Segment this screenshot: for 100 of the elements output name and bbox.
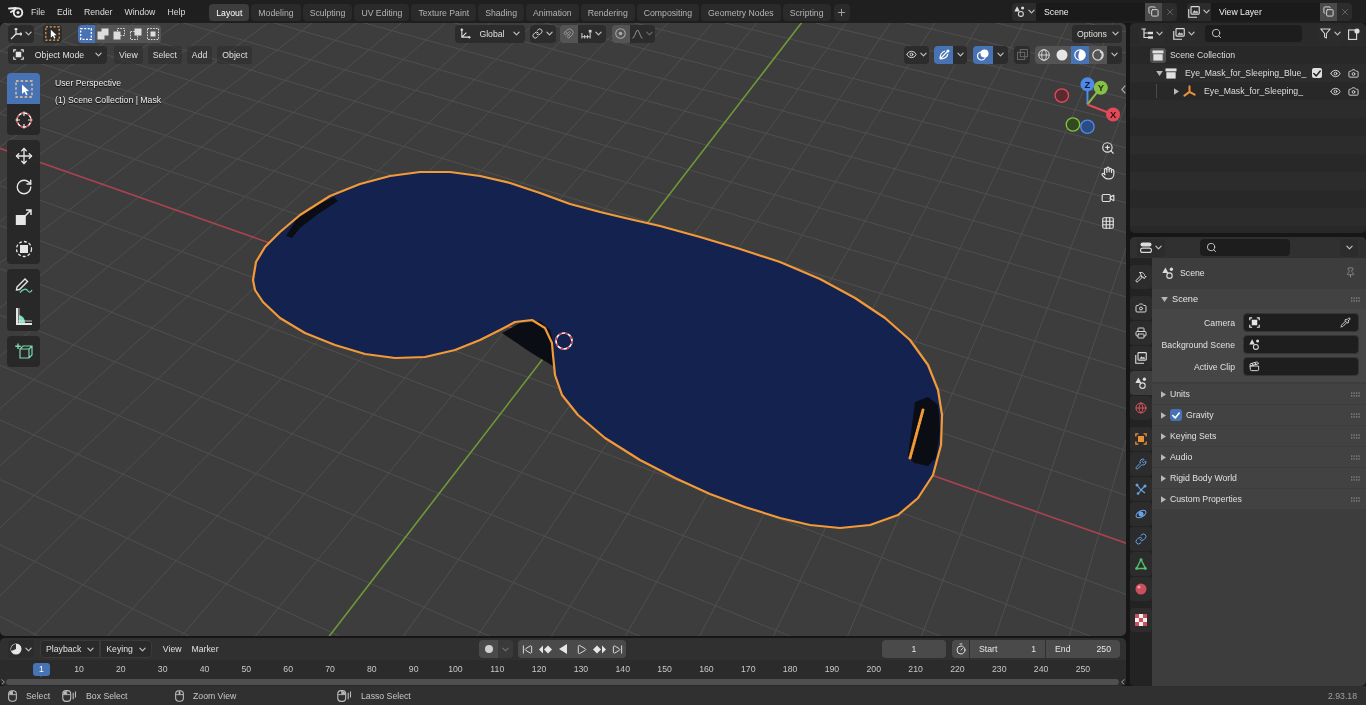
checkbox[interactable] bbox=[1312, 68, 1322, 78]
tool-button[interactable] bbox=[7, 140, 40, 171]
workspace-tab[interactable]: Modeling bbox=[251, 4, 301, 21]
menu-item[interactable]: File bbox=[25, 2, 51, 21]
subpanel-header[interactable]: Audio bbox=[1152, 447, 1366, 467]
editor-type-dropdown[interactable] bbox=[8, 640, 34, 658]
snap-toggle[interactable] bbox=[559, 24, 578, 43]
timeline-dropdown[interactable]: Keying bbox=[100, 640, 152, 658]
selection-mode-button[interactable] bbox=[111, 24, 128, 43]
menu-item[interactable]: Help bbox=[161, 2, 192, 21]
pin-icon[interactable] bbox=[1345, 267, 1356, 278]
workspace-tab[interactable]: Rendering bbox=[580, 4, 635, 21]
outliner-item-label[interactable]: Scene Collection bbox=[1170, 50, 1236, 60]
tool-button[interactable] bbox=[7, 269, 40, 300]
properties-tab[interactable] bbox=[1130, 296, 1152, 320]
outliner-item-label[interactable]: Eye_Mask_for_Sleeping_ bbox=[1204, 86, 1303, 96]
options-dropdown[interactable]: Options bbox=[1072, 24, 1122, 43]
expand-arrow-icon[interactable] bbox=[1161, 411, 1166, 419]
shading-mode-button[interactable] bbox=[1089, 45, 1107, 64]
view-layer-name-field[interactable]: View Layer bbox=[1211, 2, 1320, 21]
workspace-tab[interactable]: Sculpting bbox=[302, 4, 353, 21]
orientation-dropdown[interactable]: Global bbox=[454, 24, 525, 43]
collapse-arrow-icon[interactable] bbox=[1161, 296, 1168, 302]
active-tool-button[interactable] bbox=[43, 24, 62, 43]
transform-gizmo-dropdown[interactable] bbox=[8, 24, 34, 43]
panel-header[interactable]: Scene bbox=[1152, 289, 1366, 309]
add-workspace-button[interactable] bbox=[833, 4, 850, 21]
selection-mode-button[interactable] bbox=[78, 24, 95, 43]
properties-tab[interactable] bbox=[1130, 608, 1152, 632]
properties-tab[interactable] bbox=[1130, 265, 1152, 289]
proportional-editing-toggle[interactable] bbox=[611, 24, 630, 43]
properties-tab[interactable] bbox=[1130, 427, 1152, 451]
data-block-field[interactable] bbox=[1243, 357, 1359, 376]
workspace-tab[interactable]: Layout bbox=[209, 4, 250, 21]
properties-tab[interactable] bbox=[1130, 552, 1152, 576]
view-layer-browse-button[interactable] bbox=[1187, 2, 1211, 21]
editor-type-dropdown[interactable] bbox=[1137, 238, 1165, 257]
menu-item[interactable]: Window bbox=[118, 2, 162, 21]
copy-view-layer-button[interactable] bbox=[1320, 2, 1337, 21]
expand-arrow-icon[interactable] bbox=[1174, 87, 1179, 95]
workspace-tab[interactable]: Compositing bbox=[636, 4, 700, 21]
tool-button[interactable] bbox=[7, 336, 40, 367]
collapse-arrow-icon[interactable] bbox=[1156, 70, 1163, 76]
3d-viewport[interactable]: Global Options Object Mode View Select Add Object User Perspective (1) Scene Collection | Mask Z Y X bbox=[0, 23, 1126, 636]
properties-tab[interactable] bbox=[1130, 371, 1152, 395]
camera-icon[interactable] bbox=[1348, 85, 1359, 97]
search-field[interactable] bbox=[1205, 25, 1302, 42]
eyedropper-icon[interactable] bbox=[1340, 317, 1351, 328]
properties-tab[interactable] bbox=[1130, 346, 1152, 370]
menu-item[interactable]: Edit bbox=[51, 2, 78, 21]
negative-axis-handle[interactable] bbox=[1065, 117, 1081, 132]
workspace-tab[interactable]: Texture Paint bbox=[411, 4, 477, 21]
viewport-menu[interactable]: View bbox=[114, 45, 143, 64]
timeline-menu[interactable]: Marker bbox=[186, 640, 224, 658]
workspace-tab[interactable]: Geometry Nodes bbox=[701, 4, 781, 21]
jump-to-start-button[interactable] bbox=[518, 640, 537, 658]
workspace-tab[interactable]: Shading bbox=[478, 4, 524, 21]
end-frame-field[interactable]: End 250 bbox=[1046, 640, 1120, 658]
current-frame-marker[interactable]: 1 bbox=[33, 662, 50, 676]
pivot-point-dropdown[interactable] bbox=[529, 24, 556, 43]
search-field[interactable] bbox=[1200, 239, 1290, 256]
x-axis-handle[interactable]: X bbox=[1087, 103, 1121, 122]
gizmo-toggle[interactable] bbox=[934, 45, 953, 64]
properties-tab[interactable] bbox=[1130, 477, 1152, 501]
expand-arrow-icon[interactable] bbox=[1161, 495, 1166, 503]
overlays-options-dropdown[interactable] bbox=[993, 45, 1008, 64]
shading-options-dropdown[interactable] bbox=[1107, 45, 1122, 64]
subpanel-header[interactable]: Rigid Body World bbox=[1152, 468, 1366, 488]
shading-mode-button[interactable] bbox=[1053, 45, 1071, 64]
workspace-tab[interactable]: UV Editing bbox=[354, 4, 410, 21]
expand-arrow-icon[interactable] bbox=[1161, 390, 1166, 398]
timeline-scrollbar[interactable] bbox=[6, 679, 1119, 685]
options-dropdown[interactable] bbox=[1340, 238, 1358, 257]
overlays-toggle[interactable] bbox=[973, 45, 993, 64]
preview-range-toggle[interactable] bbox=[952, 640, 969, 658]
jump-to-end-button[interactable] bbox=[608, 640, 627, 658]
selection-mode-button[interactable] bbox=[144, 24, 161, 43]
copy-scene-button[interactable] bbox=[1145, 2, 1162, 21]
camera-icon[interactable] bbox=[1348, 67, 1359, 79]
tool-button[interactable] bbox=[7, 300, 40, 331]
eye-icon[interactable] bbox=[1330, 85, 1341, 97]
negative-axis-handle[interactable] bbox=[1080, 119, 1095, 135]
subpanel-header[interactable]: Custom Properties bbox=[1152, 489, 1366, 509]
properties-tab[interactable] bbox=[1130, 502, 1152, 526]
subpanel-header[interactable]: Keying Sets bbox=[1152, 426, 1366, 446]
viewport-menu[interactable]: Select bbox=[147, 45, 182, 64]
mode-dropdown[interactable]: Object Mode bbox=[8, 45, 107, 64]
viewport-menu[interactable]: Add bbox=[186, 45, 213, 64]
outliner-item-label[interactable]: Eye_Mask_for_Sleeping_Blue_ bbox=[1185, 68, 1307, 78]
eye-icon[interactable] bbox=[1330, 67, 1341, 79]
sidebar-toggle[interactable] bbox=[1120, 83, 1126, 95]
expand-arrow-icon[interactable] bbox=[1161, 432, 1166, 440]
tool-button[interactable] bbox=[7, 104, 40, 135]
checkbox[interactable] bbox=[1170, 409, 1182, 421]
subpanel-header[interactable]: Gravity bbox=[1152, 405, 1366, 425]
menu-item[interactable]: Render bbox=[78, 2, 119, 21]
scene-browse-button[interactable] bbox=[1012, 2, 1036, 21]
gizmo-options-dropdown[interactable] bbox=[953, 45, 967, 64]
workspace-tab[interactable]: Animation bbox=[526, 4, 579, 21]
expand-arrow-icon[interactable] bbox=[1161, 474, 1166, 482]
